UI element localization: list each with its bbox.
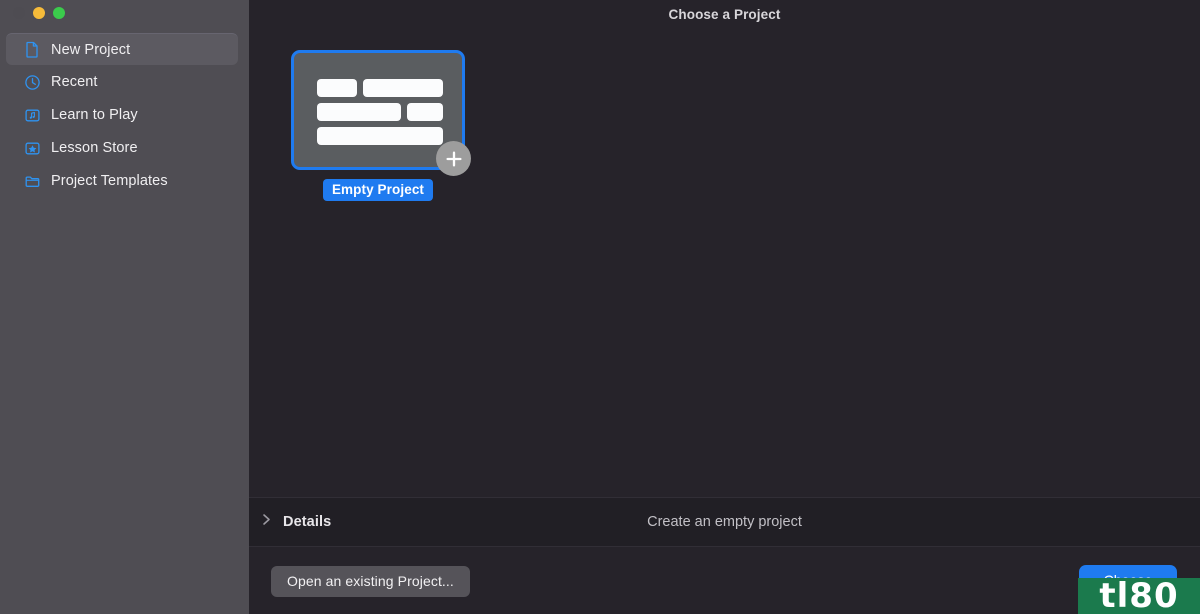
sidebar-item-learn-to-play[interactable]: Learn to Play xyxy=(6,99,238,131)
project-grid: Empty Project xyxy=(249,28,1200,497)
project-tile-empty-project[interactable]: Empty Project xyxy=(291,50,471,201)
clock-icon xyxy=(24,74,41,91)
thumbnail-bar xyxy=(317,79,357,97)
sidebar-item-label: Learn to Play xyxy=(51,107,138,123)
minimize-window-button[interactable] xyxy=(33,7,45,19)
music-note-icon xyxy=(24,107,41,124)
window-traffic-lights xyxy=(13,7,65,19)
details-description: Create an empty project xyxy=(647,514,802,530)
chevron-right-icon xyxy=(261,513,272,531)
sidebar-item-new-project[interactable]: New Project xyxy=(6,33,238,65)
plus-icon[interactable] xyxy=(436,141,471,176)
project-tile-label: Empty Project xyxy=(322,179,434,201)
sidebar-item-label: Project Templates xyxy=(51,173,168,189)
close-window-button[interactable] xyxy=(13,7,25,19)
thumbnail-bar-row xyxy=(317,127,443,145)
sidebar-item-label: New Project xyxy=(51,41,131,58)
thumbnail-bar-row xyxy=(317,103,443,121)
app-window: New Project Recent Learn to Play Lesson … xyxy=(0,0,1200,614)
thumbnail-bar xyxy=(407,103,443,121)
thumbnail-bar xyxy=(317,103,401,121)
title-bar: Choose a Project xyxy=(249,0,1200,28)
thumbnail-bar xyxy=(363,79,443,97)
watermark-overlay: tl80 xyxy=(1078,578,1200,614)
document-icon xyxy=(24,41,41,58)
sidebar: New Project Recent Learn to Play Lesson … xyxy=(0,0,249,614)
sidebar-item-project-templates[interactable]: Project Templates xyxy=(6,165,238,197)
open-existing-project-button[interactable]: Open an existing Project... xyxy=(271,566,470,597)
details-toggle-label: Details xyxy=(283,514,332,530)
folder-icon xyxy=(24,173,41,190)
sidebar-item-lesson-store[interactable]: Lesson Store xyxy=(6,132,238,164)
details-disclosure-toggle[interactable]: Details xyxy=(261,498,331,546)
footer-bar: Open an existing Project... Choose xyxy=(249,548,1200,614)
main-panel: Choose a Project Empty Project Create an… xyxy=(249,0,1200,614)
details-bar: Create an empty project Details xyxy=(249,497,1200,547)
page-title: Choose a Project xyxy=(668,6,781,22)
sidebar-item-label: Lesson Store xyxy=(51,140,138,156)
sidebar-item-label: Recent xyxy=(51,74,98,90)
thumbnail-bar xyxy=(317,127,443,145)
zoom-window-button[interactable] xyxy=(53,7,65,19)
star-icon xyxy=(24,140,41,157)
watermark-text: tl80 xyxy=(1099,578,1179,614)
thumbnail-track-bars xyxy=(317,79,443,151)
sidebar-item-recent[interactable]: Recent xyxy=(6,66,238,98)
thumbnail-bar-row xyxy=(317,79,443,97)
project-thumbnail[interactable] xyxy=(291,50,471,176)
sidebar-nav: New Project Recent Learn to Play Lesson … xyxy=(0,33,249,198)
